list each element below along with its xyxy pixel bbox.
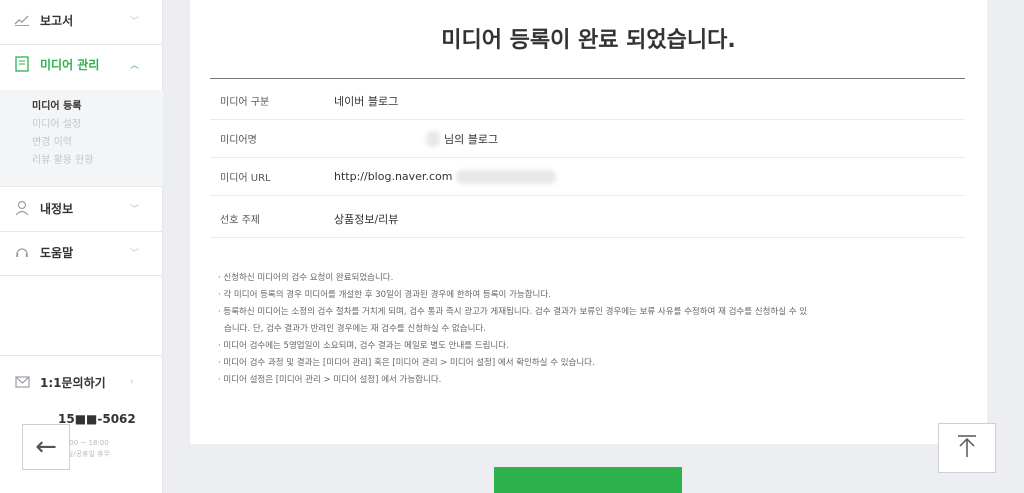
chevron-down-icon: ﹀ <box>130 204 140 215</box>
sidebar: 보고서 ﹀ 미디어 관리 ︿ 미디어 등록 미디어 설정 변경 이력 리뷰 활용… <box>0 0 163 493</box>
sidebar-item-reports[interactable]: 보고서 ﹀ <box>0 2 163 38</box>
submenu: 미디어 등록 미디어 설정 변경 이력 리뷰 활용 현황 <box>0 90 163 186</box>
info-row-media-url: 미디어 URL http://blog.naver.com <box>210 158 965 196</box>
notice-item: · 미디어 검수 과정 및 결과는 [미디어 관리] 혹은 [미디어 관리 > … <box>218 358 595 368</box>
notice-item: · 미디어 설정은 [미디어 관리 > 미디어 설정] 에서 가능합니다. <box>218 375 442 385</box>
info-row-preferred-topic: 선호 주제 상품정보/리뷰 <box>210 200 965 238</box>
arrow-up-icon <box>956 434 978 462</box>
user-icon <box>14 200 30 216</box>
sidebar-item-label: 미디어 관리 <box>40 57 100 72</box>
chevron-down-icon: ﹀ <box>130 16 140 27</box>
info-value: http://blog.naver.com <box>334 170 453 183</box>
submenu-item-media-settings[interactable]: 미디어 설정 <box>32 116 163 134</box>
notice-item: · 신청하신 미디어의 검수 요청이 완료되었습니다. <box>218 273 394 283</box>
sidebar-item-label: 도움말 <box>40 245 74 260</box>
notice-item: 습니다. 단, 검수 결과가 반려인 경우에는 재 검수를 신청하실 수 없습니… <box>224 324 486 334</box>
document-icon <box>14 56 30 72</box>
info-key: 선호 주제 <box>220 215 260 226</box>
redacted-name <box>426 130 440 147</box>
chart-line-icon <box>14 12 30 28</box>
mail-icon <box>14 374 30 390</box>
submenu-item-media-register[interactable]: 미디어 등록 <box>32 98 163 116</box>
divider <box>0 275 163 276</box>
divider <box>0 186 163 187</box>
redacted-url <box>456 169 557 184</box>
info-key: 미디어명 <box>220 135 257 146</box>
arrow-left-icon: ← <box>35 432 57 462</box>
notice-item: · 미디어 검수에는 5영업일이 소요되며, 검수 결과는 메일로 별도 안내를… <box>218 341 509 351</box>
divider <box>0 231 163 232</box>
notice-item: · 각 미디어 등록의 경우 미디어를 개설한 후 30일이 경과된 경우에 한… <box>218 290 551 300</box>
scroll-top-button[interactable] <box>938 423 996 473</box>
chevron-down-icon: ﹀ <box>130 248 140 259</box>
info-value: 님의 블로그 <box>444 132 499 146</box>
chevron-right-icon: › <box>130 377 134 387</box>
info-row-media-name: 미디어명 님의 블로그 <box>210 120 965 158</box>
chevron-up-icon: ︿ <box>130 60 140 71</box>
inquiry-link[interactable]: 1:1문의하기 › <box>0 364 163 400</box>
page-title: 미디어 등록이 완료 되었습니다. <box>441 28 736 53</box>
info-value: 네이버 블로그 <box>334 94 399 108</box>
info-key: 미디어 구분 <box>220 97 270 108</box>
submenu-item-review-status[interactable]: 리뷰 활용 현황 <box>32 152 163 170</box>
sidebar-item-media-management[interactable]: 미디어 관리 ︿ <box>0 46 163 82</box>
submenu-item-change-history[interactable]: 변경 이력 <box>32 134 163 152</box>
divider <box>0 355 163 356</box>
back-button[interactable]: ← <box>22 424 70 470</box>
sidebar-item-help[interactable]: 도움말 ﹀ <box>0 234 163 270</box>
sidebar-item-label: 보고서 <box>40 13 74 28</box>
sidebar-item-my-info[interactable]: 내정보 ﹀ <box>0 190 163 226</box>
inquiry-label: 1:1문의하기 <box>40 375 106 390</box>
headset-icon <box>14 244 30 260</box>
info-key: 미디어 URL <box>220 173 271 184</box>
divider <box>0 44 163 45</box>
sidebar-item-label: 내정보 <box>40 201 74 216</box>
notice-list: · 신청하신 미디어의 검수 요청이 완료되었습니다. · 각 미디어 등록의 … <box>218 270 968 389</box>
title-divider <box>210 78 965 79</box>
confirm-button[interactable] <box>494 467 682 493</box>
info-value: 상품정보/리뷰 <box>334 212 399 226</box>
registration-result-card: 미디어 등록이 완료 되었습니다. 미디어 구분 네이버 블로그 미디어명 님의… <box>190 0 987 444</box>
notice-item: · 등록하신 미디어는 소정의 검수 절차를 거치게 되며, 검수 통과 즉시 … <box>218 307 808 317</box>
info-row-media-type: 미디어 구분 네이버 블로그 <box>210 82 965 120</box>
